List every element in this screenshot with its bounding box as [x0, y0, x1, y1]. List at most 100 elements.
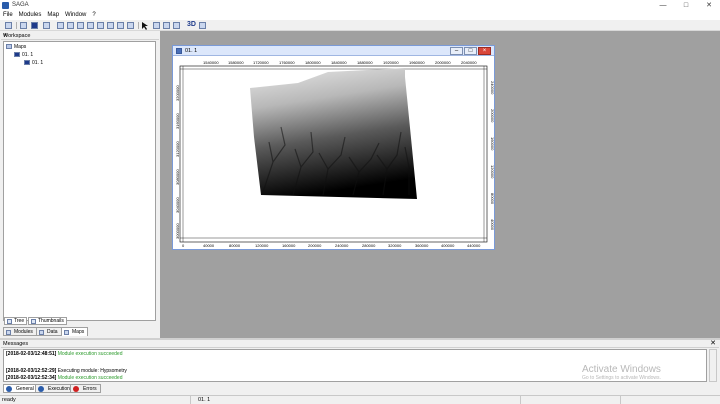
status-separator: [620, 396, 621, 404]
messages-title: Messages: [3, 341, 29, 347]
tab-general[interactable]: General: [3, 384, 38, 393]
object-properties-icon[interactable]: [31, 22, 38, 29]
tick-label: 1760000: [279, 60, 295, 65]
tick-label: 320000: [388, 243, 402, 248]
zoom-tool-icon[interactable]: [153, 22, 160, 29]
workspace-panel: Workspace ✕ Maps 01. 1 01. 1 Tree Thumbn…: [0, 31, 160, 338]
grid-layer-icon: [24, 60, 30, 66]
activate-windows-watermark: Activate Windows Go to Settings to activ…: [582, 364, 661, 381]
pointer-tool-icon[interactable]: [142, 22, 149, 30]
histogram-icon[interactable]: [199, 22, 206, 29]
tick-label: 40000: [490, 219, 494, 231]
error-icon: [73, 386, 79, 392]
status-text: ready: [2, 397, 16, 403]
tick-label: 120000: [490, 165, 494, 179]
status-separator: [190, 396, 191, 404]
watermark-subtitle: Go to Settings to activate Windows.: [582, 375, 661, 381]
tab-errors[interactable]: Errors: [70, 384, 101, 393]
tick-label: 200000: [490, 109, 494, 123]
tick-label: 280000: [362, 243, 376, 248]
tick-label: 2040000: [461, 60, 477, 65]
data-source-icon[interactable]: [43, 22, 50, 29]
tick-label: 360000: [415, 243, 429, 248]
menu-bar: File Modules Map Window?: [0, 11, 720, 20]
tree-node-maps[interactable]: Maps: [6, 44, 26, 50]
map-window-title: 01. 1: [185, 48, 198, 54]
menu-modules[interactable]: Modules: [16, 11, 45, 20]
tick-label: 1580000: [228, 60, 244, 65]
map-window-icon: [176, 48, 182, 54]
minimize-button[interactable]: —: [652, 0, 674, 11]
copy-icon[interactable]: [107, 22, 114, 29]
map-close-button[interactable]: ×: [478, 47, 491, 55]
tick-label: 3120000: [175, 141, 180, 157]
messages-scrollbar[interactable]: [709, 349, 717, 382]
map-window[interactable]: 01. 1 – □ × 1540000 1580000 1720000 1760…: [172, 45, 495, 250]
tick-label: 160000: [490, 137, 494, 151]
tick-label: 160000: [282, 243, 296, 248]
tab-execution[interactable]: Execution: [35, 384, 74, 393]
close-window-button[interactable]: ✕: [698, 0, 720, 11]
menu-help[interactable]: ?: [89, 11, 98, 20]
map-maximize-button[interactable]: □: [464, 47, 477, 55]
thumbnails-icon: [31, 319, 36, 324]
tree-node-map[interactable]: 01. 1: [14, 52, 33, 58]
tick-label: 440000: [467, 243, 481, 248]
close-map-icon[interactable]: [127, 22, 134, 29]
workspace-tree: Maps 01. 1 01. 1: [3, 41, 156, 321]
tick-label: 240000: [335, 243, 349, 248]
workspace-close-button[interactable]: ✕: [3, 33, 157, 39]
tick-label: 0: [182, 243, 185, 248]
tab-modules[interactable]: Modules: [3, 327, 37, 336]
modules-icon: [6, 330, 11, 335]
tick-label: 1880000: [357, 60, 373, 65]
menu-map[interactable]: Map: [44, 11, 62, 20]
zoom-in-icon[interactable]: [77, 22, 84, 29]
messages-close-button[interactable]: ✕: [710, 339, 716, 347]
workspace-header: Workspace ✕: [1, 32, 159, 40]
data-icon: [39, 330, 44, 335]
map-minimize-button[interactable]: –: [450, 47, 463, 55]
tree-icon: [7, 319, 12, 324]
subtab-tree[interactable]: Tree: [4, 317, 28, 325]
tree-node-layer[interactable]: 01. 1: [24, 60, 43, 66]
menu-window[interactable]: Window: [62, 11, 89, 20]
open-icon[interactable]: [5, 22, 12, 29]
menu-file[interactable]: File: [0, 11, 16, 20]
tab-data[interactable]: Data: [36, 327, 62, 336]
pan-tool-icon[interactable]: [163, 22, 170, 29]
toolbar-separator: [138, 22, 139, 29]
status-bar: ready 01. 1: [0, 395, 720, 404]
print-icon[interactable]: [117, 22, 124, 29]
zoom-out-icon[interactable]: [87, 22, 94, 29]
tick-label: 1960000: [409, 60, 425, 65]
top-axis-ticks: 1540000 1580000 1720000 1760000 1800000 …: [203, 60, 477, 65]
map-window-titlebar[interactable]: 01. 1 – □ ×: [173, 46, 494, 56]
saga-app-icon: [2, 2, 9, 9]
tick-label: 3200000: [175, 85, 180, 101]
workspace-icon[interactable]: [20, 22, 27, 29]
execution-icon: [38, 386, 44, 392]
tick-label: 80000: [229, 243, 241, 248]
tab-maps[interactable]: Maps: [61, 327, 89, 336]
tick-label: 3160000: [175, 113, 180, 129]
map-canvas[interactable]: 1540000 1580000 1720000 1760000 1800000 …: [173, 57, 494, 250]
maps-tab-icon: [64, 330, 69, 335]
window-title: SAGA: [12, 2, 29, 8]
help-icon[interactable]: [57, 22, 64, 29]
tick-label: 120000: [255, 243, 269, 248]
tick-label: 1720000: [253, 60, 269, 65]
layer-icon[interactable]: [67, 22, 74, 29]
watermark-title: Activate Windows: [582, 364, 661, 375]
measure-tool-icon[interactable]: [173, 22, 180, 29]
log-line: [2018-02-03/12:48:51] Module execution s…: [6, 351, 123, 357]
tick-label: 400000: [441, 243, 455, 248]
maximize-button[interactable]: □: [675, 0, 697, 11]
tick-label: 40000: [203, 243, 215, 248]
right-axis-ticks: 240000 200000 160000 120000 80000 40000: [490, 81, 494, 231]
toolbar-separator: [16, 22, 17, 29]
zoom-extent-icon[interactable]: [97, 22, 104, 29]
subtab-thumbnails[interactable]: Thumbnails: [28, 317, 67, 325]
3d-view-icon[interactable]: 3D: [187, 21, 196, 28]
tick-label: 2000000: [435, 60, 451, 65]
